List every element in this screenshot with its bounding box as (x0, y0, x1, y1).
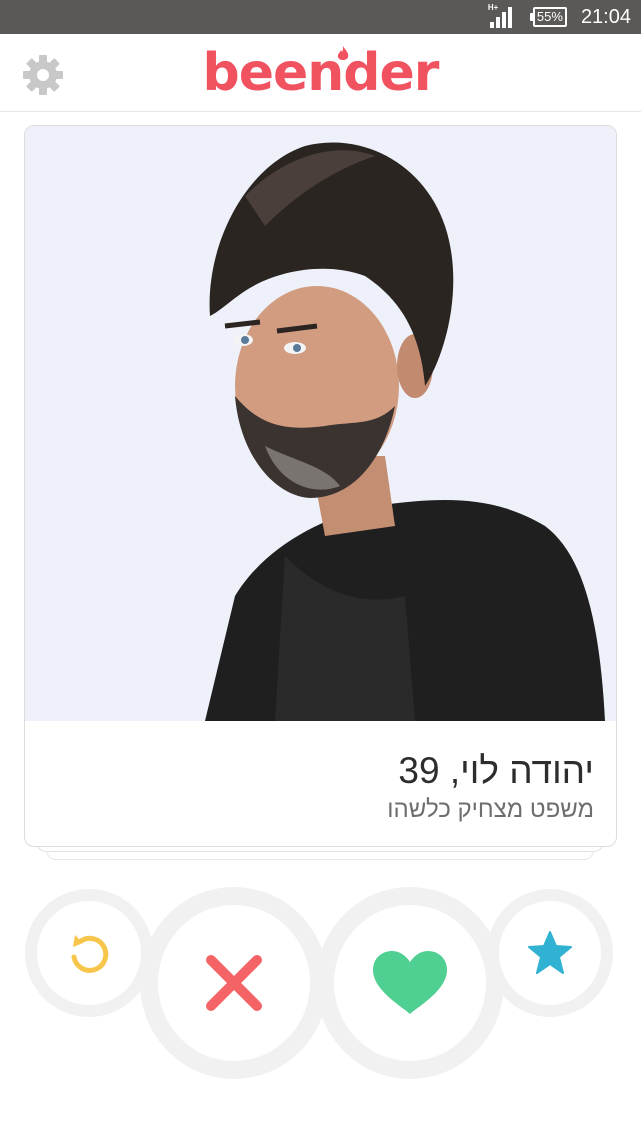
profile-name-age: יהודה לוי, 39 (398, 750, 594, 791)
logo-text: beender (202, 43, 440, 103)
undo-button[interactable] (25, 889, 153, 1017)
gear-icon[interactable] (21, 53, 65, 97)
battery-icon: 55% (529, 7, 567, 27)
close-icon (206, 955, 262, 1011)
profile-tagline: משפט מצחיק כלשהו (387, 796, 594, 823)
battery-level: 55% (532, 7, 567, 27)
flame-icon (337, 46, 349, 60)
signal-icon: H+ (487, 3, 516, 28)
undo-icon (71, 935, 109, 973)
star-button[interactable] (487, 889, 613, 1017)
profile-card[interactable]: יהודה לוי, 39 משפט מצחיק כלשהו (24, 125, 617, 847)
star-icon (528, 931, 572, 974)
profile-photo-illustration (25, 126, 616, 721)
status-bar: H+ 55% 21:04 (0, 0, 641, 34)
network-type: H+ (487, 3, 499, 12)
profile-photo (25, 126, 616, 721)
like-button[interactable] (316, 887, 504, 1079)
app-header: beender (0, 34, 641, 112)
profile-info: יהודה לוי, 39 משפט מצחיק כלשהו (25, 721, 616, 846)
nope-button[interactable] (140, 887, 328, 1079)
app-logo: beender (0, 34, 641, 112)
heart-icon (373, 951, 447, 1014)
clock: 21:04 (580, 5, 631, 28)
